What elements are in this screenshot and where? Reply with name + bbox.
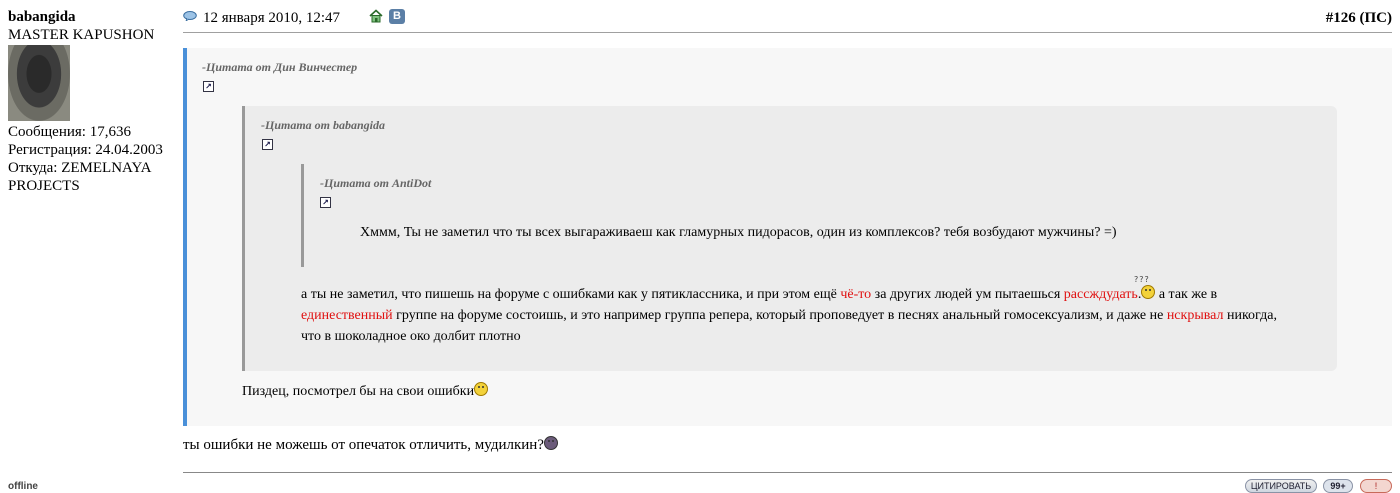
error-word: чё-то	[840, 287, 872, 302]
post-date: 12 января 2010, 12:47	[203, 10, 341, 26]
quote-inner-text: Хммм, Ты не заметил что ты всех выгаражи…	[360, 225, 1117, 240]
user-location: Откуда: ZEMELNAYA PROJECTS	[8, 160, 152, 194]
post-ps-link: (ПС)	[1359, 10, 1393, 26]
quote-outer-reply: Пиздец, посмотрел бы на свои ошибки	[242, 381, 489, 402]
online-status: offline	[8, 481, 38, 492]
post-header: 12 января 2010, 12:47 В #126 (ПС)	[183, 8, 1392, 30]
username[interactable]: babangida	[8, 8, 178, 26]
error-word: единественный	[301, 308, 393, 323]
user-registration-date: Регистрация: 24.04.2003	[8, 142, 163, 158]
post-bubble-icon	[183, 11, 197, 21]
quote-header-outer: -Цитата от Дин Винчестер	[202, 60, 358, 74]
quote-source-link-icon[interactable]: ↗	[262, 139, 273, 150]
quote-middle-text: а ты не заметил, что пишешь на форуме с …	[301, 284, 1301, 347]
user-info-panel: babangida MASTER KAPUSHON Сообщения: 17,…	[8, 8, 178, 195]
confused-smiley-marks: ???	[1134, 275, 1150, 284]
error-word: нскрывал	[1166, 308, 1224, 323]
quote-middle-line-3: что в шоколадное око долбит плотно	[301, 329, 521, 344]
vk-profile-icon[interactable]: В	[389, 9, 405, 24]
post-footer-divider	[183, 472, 1392, 473]
quote-button[interactable]: ЦИТИРОВАТЬ	[1245, 479, 1317, 493]
quote-block-inner	[301, 164, 1321, 267]
grin-smiley-icon	[543, 436, 558, 450]
post-header-divider	[183, 32, 1392, 33]
post-number[interactable]: #126 (ПС)	[1326, 10, 1392, 27]
error-word: рассждудать	[1063, 287, 1138, 302]
user-title: MASTER KAPUSHON	[8, 27, 155, 43]
quote-header-inner: -Цитата от AntiDot	[320, 176, 432, 190]
user-posts-count: Сообщения: 17,636	[8, 124, 131, 140]
multiquote-button[interactable]: 99+	[1323, 479, 1353, 493]
confused-smiley-icon	[1141, 285, 1156, 299]
quote-source-link-icon[interactable]: ↗	[320, 197, 331, 208]
quote-header-middle: -Цитата от babangida	[261, 118, 386, 132]
home-icon[interactable]	[369, 9, 383, 23]
surprised-smiley-icon	[474, 382, 489, 396]
report-button[interactable]: !	[1360, 479, 1392, 493]
post-body-text: ты ошибки не можешь от опечаток отличить…	[183, 435, 558, 456]
quote-middle-line-1: а ты не заметил, что пишешь на форуме с …	[301, 285, 1218, 302]
quote-middle-line-2: единественный группе на форуме состоишь,…	[301, 308, 1277, 323]
avatar[interactable]	[8, 45, 70, 121]
quote-source-link-icon[interactable]: ↗	[203, 81, 214, 92]
